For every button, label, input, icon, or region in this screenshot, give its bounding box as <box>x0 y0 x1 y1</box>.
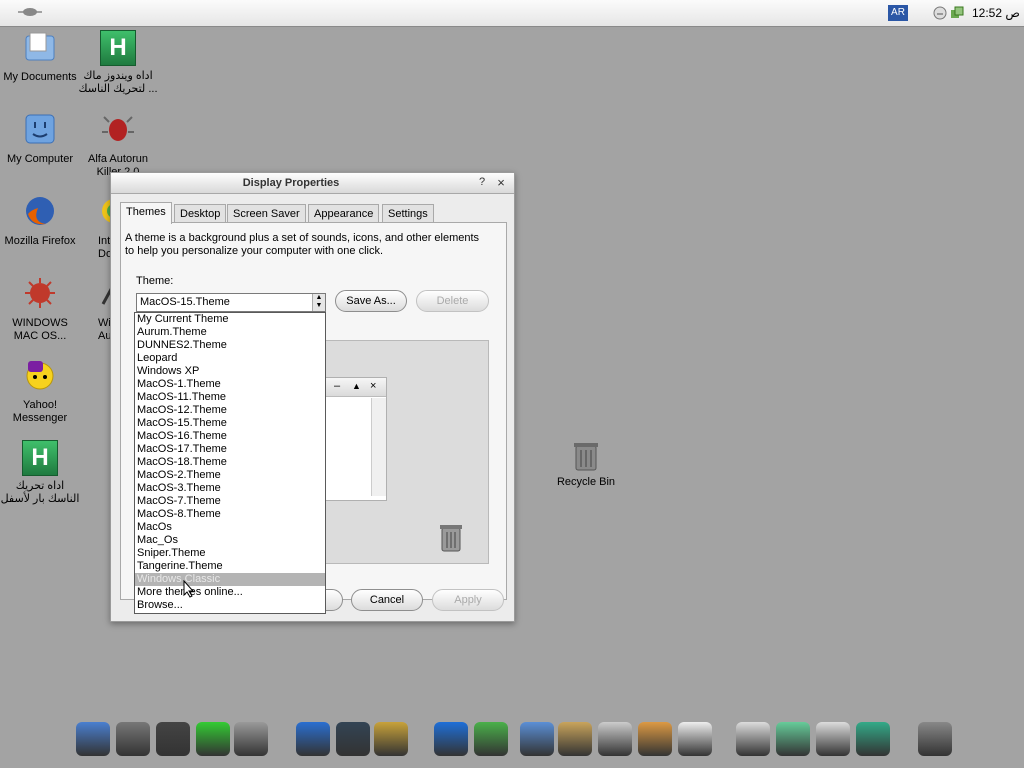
theme-label: Theme: <box>136 275 174 287</box>
address-book-icon[interactable] <box>558 722 592 756</box>
trash-icon <box>440 525 462 552</box>
theme-option[interactable]: MacOS-2.Theme <box>135 469 325 482</box>
h-app-icon: H <box>22 440 58 476</box>
updown-arrow-icon: ▲ ▼ <box>312 294 325 311</box>
messenger-icon[interactable] <box>474 722 508 756</box>
windows-icon[interactable] <box>776 722 810 756</box>
dock <box>68 712 958 768</box>
stack-icon[interactable] <box>736 722 770 756</box>
desktop-icon-alfa-autorun-killer[interactable]: Alfa Autorun Killer 2.0 <box>78 112 158 179</box>
theme-option[interactable]: MacOS-16.Theme <box>135 430 325 443</box>
smiley-icon[interactable] <box>933 6 947 20</box>
mouse-cursor-icon <box>183 580 195 598</box>
movie-icon[interactable] <box>336 722 370 756</box>
desktop-icon-dock-tool[interactable]: H اداه تحريك الناسك بار لأسفل <box>0 440 80 506</box>
dialog-title: Display Properties <box>242 177 340 189</box>
theme-select[interactable]: MacOS-15.Theme ▲ ▼ <box>136 293 326 312</box>
bug-icon <box>102 116 134 141</box>
desktop-icon-my-computer[interactable]: My Computer <box>0 112 80 166</box>
save-as-button[interactable]: Save As... <box>335 290 407 312</box>
theme-option[interactable]: Tangerine.Theme <box>135 560 325 573</box>
internet-explorer-icon[interactable] <box>434 722 468 756</box>
theme-option[interactable]: MacOS-18.Theme <box>135 456 325 469</box>
apply-button[interactable]: Apply <box>432 589 504 611</box>
dialog-titlebar[interactable]: Display Properties ? × <box>111 173 514 194</box>
desktop-icon-yahoo-messenger[interactable]: Yahoo! Messenger <box>0 358 80 425</box>
theme-option[interactable]: Mac_Os <box>135 534 325 547</box>
theme-option[interactable]: MacOs <box>135 521 325 534</box>
theme-option[interactable]: Browse... <box>135 599 325 612</box>
trash-icon <box>574 443 598 471</box>
stack-icon[interactable] <box>816 722 850 756</box>
tab-desktop[interactable]: Desktop <box>174 204 227 223</box>
menu-bar: AR 12:52 ص <box>0 0 1024 27</box>
desktop-icon-recycle-bin[interactable]: Recycle Bin <box>550 440 622 488</box>
mail-icon[interactable] <box>520 722 554 756</box>
folder-icon <box>25 32 55 61</box>
finder-icon[interactable] <box>76 722 110 756</box>
theme-option[interactable]: MacOS-8.Theme <box>135 508 325 521</box>
theme-option[interactable]: MacOS-15.Theme <box>135 417 325 430</box>
desktop-icon-firefox[interactable]: Mozilla Firefox <box>0 194 80 248</box>
theme-option[interactable]: Windows Classic <box>135 573 325 586</box>
theme-option[interactable]: Leopard <box>135 352 325 365</box>
theme-option[interactable]: MacOS-17.Theme <box>135 443 325 456</box>
theme-select-value: MacOS-15.Theme <box>140 296 230 308</box>
theme-option[interactable]: Aurum.Theme <box>135 326 325 339</box>
tab-appearance[interactable]: Appearance <box>308 204 380 223</box>
help-button[interactable]: ? <box>474 175 490 190</box>
spotlight-icon[interactable] <box>374 722 408 756</box>
virus-icon <box>25 278 55 308</box>
close-button[interactable]: × <box>493 175 509 190</box>
applications-icon[interactable] <box>638 722 672 756</box>
language-indicator[interactable]: AR <box>888 5 908 21</box>
theme-option[interactable]: Windows XP <box>135 365 325 378</box>
delete-button[interactable]: Delete <box>416 290 489 312</box>
theme-description: A theme is a background plus a set of so… <box>125 232 480 257</box>
itunes-icon[interactable] <box>296 722 330 756</box>
power-icon[interactable] <box>156 722 190 756</box>
tab-settings[interactable]: Settings <box>382 204 434 223</box>
desktop-icon-mac-tool[interactable]: H اداه ويندوز ماك لتحريك الناسك ... <box>78 30 158 96</box>
drive-icon[interactable] <box>234 722 268 756</box>
close-icon: × <box>370 380 377 392</box>
theme-option[interactable]: DUNNES2.Theme <box>135 339 325 352</box>
textedit-icon[interactable] <box>678 722 712 756</box>
theme-option[interactable]: MacOS-11.Theme <box>135 391 325 404</box>
tab-themes[interactable]: Themes <box>120 202 172 224</box>
firefox-icon <box>26 197 54 225</box>
theme-option[interactable]: MacOS-3.Theme <box>135 482 325 495</box>
minimize-icon: – <box>334 380 341 392</box>
signal-icon[interactable] <box>196 722 230 756</box>
theme-option[interactable]: MacOS-7.Theme <box>135 495 325 508</box>
desktop-icon-windows-mac-os[interactable]: WINDOWS MAC OS... <box>0 276 80 343</box>
downloads-icon[interactable] <box>856 722 890 756</box>
trash-icon[interactable] <box>918 722 952 756</box>
tab-screen-saver[interactable]: Screen Saver <box>227 204 306 223</box>
yahoo-messenger-icon <box>26 361 54 390</box>
clock[interactable]: 12:52 ص <box>972 6 1020 20</box>
theme-option[interactable]: Sniper.Theme <box>135 547 325 560</box>
theme-option[interactable]: My Current Theme <box>135 313 325 326</box>
theme-option[interactable]: More themes online... <box>135 586 325 599</box>
finder-icon <box>25 114 55 144</box>
theme-dropdown-list[interactable]: My Current Theme Aurum.Theme DUNNES2.Theme… <box>134 312 326 614</box>
theme-option[interactable]: MacOS-1.Theme <box>135 378 325 391</box>
cancel-button[interactable]: Cancel <box>351 589 423 611</box>
apple-menu-icon[interactable] <box>16 6 44 18</box>
theme-option[interactable]: MacOS-12.Theme <box>135 404 325 417</box>
desktop-icon-my-documents[interactable]: My Documents <box>0 30 80 84</box>
maximize-icon: ▲ <box>352 381 361 391</box>
system-preferences-icon[interactable] <box>116 722 150 756</box>
preview-scrollbar <box>371 398 386 496</box>
h-app-icon: H <box>100 30 136 66</box>
calculator-icon[interactable] <box>598 722 632 756</box>
network-icon[interactable] <box>950 6 964 20</box>
